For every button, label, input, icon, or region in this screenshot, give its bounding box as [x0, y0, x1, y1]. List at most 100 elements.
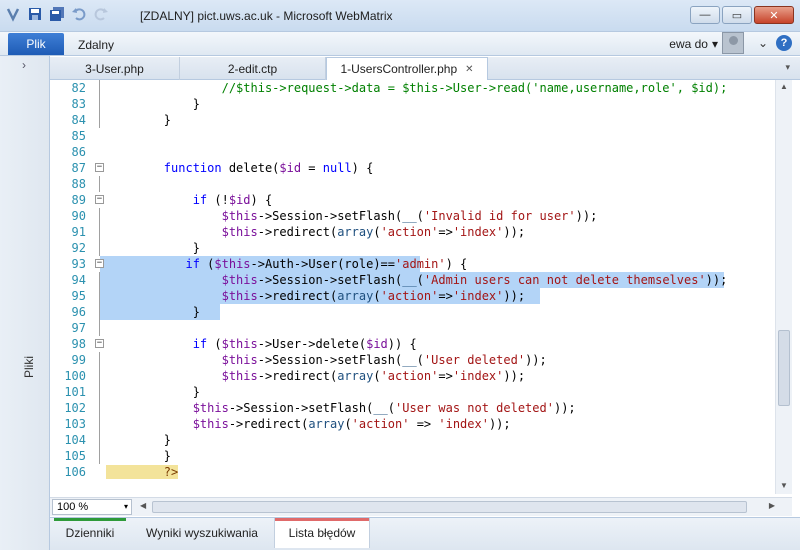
fold-guide [99, 400, 100, 416]
title-bar: [ZDALNY] pict.uws.ac.uk - Microsoft WebM… [0, 0, 800, 32]
code-line[interactable]: 82 //$this->request->data = $this->User-… [50, 80, 775, 96]
code-line[interactable]: 92 } [50, 240, 775, 256]
line-number: 85 [71, 129, 86, 143]
code-line[interactable]: 104 } [50, 432, 775, 448]
line-number: 84 [71, 113, 86, 127]
line-number: 92 [71, 241, 86, 255]
collapse-region-icon[interactable]: − [95, 195, 104, 204]
tabs-dropdown-icon[interactable]: ▾ [785, 62, 790, 73]
code-text: $this->redirect(array('action'=>'index')… [221, 289, 526, 303]
collapse-region-icon[interactable]: − [95, 259, 104, 268]
code-line[interactable]: 89− if (!$id) { [50, 192, 775, 208]
expand-pane-icon[interactable]: › [22, 58, 26, 72]
tab-1-userscontroller-php[interactable]: 1-UsersController.php ✕ [326, 57, 488, 81]
horizontal-scrollbar[interactable]: ◀ ▶ [140, 499, 775, 515]
avatar[interactable] [722, 32, 744, 54]
scroll-right-icon[interactable]: ▶ [769, 501, 775, 510]
undo-icon[interactable] [70, 5, 88, 23]
tab-lista-bledow[interactable]: Lista błędów [274, 518, 370, 548]
vertical-scrollbar[interactable]: ▲ ▼ [775, 80, 792, 494]
code-line[interactable]: 96 } [50, 304, 775, 320]
line-number: 96 [71, 305, 86, 319]
collapse-region-icon[interactable]: − [95, 339, 104, 348]
code-line[interactable]: 90 $this->Session->setFlash(__('Invalid … [50, 208, 775, 224]
code-text: } [106, 449, 172, 463]
fold-guide [99, 384, 100, 400]
code-text: $this->Session->setFlash(__('Invalid id … [221, 209, 598, 223]
line-number: 104 [64, 433, 86, 447]
close-icon[interactable]: ✕ [465, 64, 473, 75]
redo-icon[interactable] [92, 5, 110, 23]
code-line[interactable]: 93− if ($this->Auth->User(role)=='admin'… [50, 256, 775, 272]
maximize-button[interactable]: ▭ [722, 6, 752, 24]
zoom-select[interactable]: 100 % ▾ [52, 499, 132, 515]
line-number: 86 [71, 145, 86, 159]
window-title: [ZDALNY] pict.uws.ac.uk - Microsoft WebM… [140, 9, 393, 23]
save-all-icon[interactable] [48, 5, 66, 23]
collapse-ribbon-icon[interactable]: ⌄ [758, 36, 768, 50]
chevron-down-icon: ▾ [123, 502, 128, 511]
tab-indicator [54, 518, 126, 521]
tab-2-edit-ctp[interactable]: 2-edit.ctp [180, 57, 326, 80]
code-line[interactable]: 102 $this->Session->setFlash(__('User wa… [50, 400, 775, 416]
code-line[interactable]: 88 [50, 176, 775, 192]
scroll-thumb[interactable] [152, 501, 747, 513]
minimize-button[interactable]: — [690, 6, 720, 24]
webmatrix-logo-icon[interactable] [4, 5, 22, 23]
line-number: 98 [71, 337, 86, 351]
fold-guide [99, 304, 100, 320]
tab-dzienniki[interactable]: Dzienniki [54, 518, 126, 548]
code-line[interactable]: 83 } [50, 96, 775, 112]
save-icon[interactable] [26, 5, 44, 23]
code-editor[interactable]: 82 //$this->request->data = $this->User-… [50, 80, 775, 495]
user-menu[interactable]: ewa do ▾ [669, 37, 718, 51]
code-text: function delete($id = null) { [163, 161, 374, 175]
scroll-down-icon[interactable]: ▼ [780, 481, 788, 490]
scroll-left-icon[interactable]: ◀ [140, 501, 146, 510]
code-text: $this->Session->setFlash(__('Admin users… [221, 273, 728, 287]
line-number: 105 [64, 449, 86, 463]
code-text: $this->redirect(array('action'=>'index')… [221, 369, 526, 383]
close-button[interactable]: ✕ [754, 6, 794, 24]
code-line[interactable]: 101 } [50, 384, 775, 400]
code-line[interactable]: 99 $this->Session->setFlash(__('User del… [50, 352, 775, 368]
line-number: 94 [71, 273, 86, 287]
file-menu-button[interactable]: Plik [8, 33, 64, 55]
tab-wyniki-wyszukiwania[interactable]: Wyniki wyszukiwania [134, 518, 270, 548]
code-line[interactable]: 95 $this->redirect(array('action'=>'inde… [50, 288, 775, 304]
code-text: $this->redirect(array('action' => 'index… [192, 417, 511, 431]
scroll-up-icon[interactable]: ▲ [780, 82, 788, 91]
quick-access-toolbar [4, 5, 110, 23]
code-line[interactable]: 84 } [50, 112, 775, 128]
line-number: 97 [71, 321, 86, 335]
line-number: 93 [71, 257, 86, 271]
code-line[interactable]: 87− function delete($id = null) { [50, 160, 775, 176]
line-number: 106 [64, 465, 86, 479]
code-line[interactable]: 94 $this->Session->setFlash(__('Admin us… [50, 272, 775, 288]
tab-3-user-php[interactable]: 3-User.php [50, 57, 180, 80]
code-text: } [106, 433, 172, 447]
tab-label: Wyniki wyszukiwania [146, 526, 258, 540]
code-line[interactable]: 100 $this->redirect(array('action'=>'ind… [50, 368, 775, 384]
fold-guide [99, 224, 100, 240]
scroll-thumb[interactable] [778, 330, 790, 406]
code-line[interactable]: 97 [50, 320, 775, 336]
file-tabs: 3-User.php 2-edit.ctp 1-UsersController.… [50, 57, 800, 81]
collapse-region-icon[interactable]: − [95, 163, 104, 172]
code-line[interactable]: 91 $this->redirect(array('action'=>'inde… [50, 224, 775, 240]
line-number: 89 [71, 193, 86, 207]
code-line[interactable]: 103 $this->redirect(array('action' => 'i… [50, 416, 775, 432]
code-line[interactable]: 85 [50, 128, 775, 144]
help-icon[interactable]: ? [776, 35, 792, 51]
code-line[interactable]: 106 ?> [50, 464, 775, 480]
line-number: 87 [71, 161, 86, 175]
tab-zdalny[interactable]: Zdalny [78, 38, 114, 52]
code-line[interactable]: 86 [50, 144, 775, 160]
fold-guide [99, 80, 100, 96]
line-number: 91 [71, 225, 86, 239]
files-pane-label[interactable]: Pliki [22, 348, 36, 378]
code-text: ?> [106, 465, 179, 479]
code-line[interactable]: 98− if ($this->User->delete($id)) { [50, 336, 775, 352]
code-line[interactable]: 105 } [50, 448, 775, 464]
